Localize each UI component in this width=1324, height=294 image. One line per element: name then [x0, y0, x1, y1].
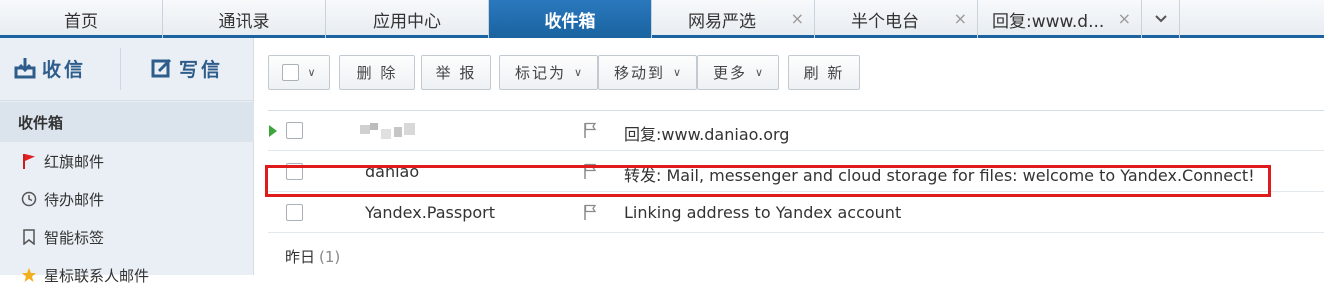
tab-label: 回复:www.d... [992, 11, 1105, 32]
tab-contacts[interactable]: 通讯录 [163, 0, 326, 38]
sidebar-item-label: 智能标签 [44, 228, 105, 247]
chevron-down-icon: ∨ [307, 66, 316, 79]
compose-icon [151, 58, 172, 78]
inbox-download-icon [14, 58, 36, 79]
more-button[interactable]: 更多 ∨ [697, 55, 779, 90]
refresh-label: 刷 新 [803, 64, 845, 82]
sidebar-item-flagged[interactable]: 红旗邮件 [0, 142, 254, 180]
chevron-down-icon: ∨ [672, 66, 682, 79]
red-flag-icon [20, 152, 38, 170]
select-all-checkbox[interactable] [282, 64, 300, 81]
sidebar-item-label: 红旗邮件 [44, 152, 105, 171]
mail-sender: Yandex.Passport [365, 203, 495, 222]
mail-row[interactable]: 回复:www.daniao.org [268, 111, 1324, 151]
unread-indicator-icon [269, 125, 277, 137]
mail-subject: 回复:www.daniao.org [624, 125, 790, 144]
folder-list: 收件箱 红旗邮件 待办邮件 智能标签 星标联系人邮件 [0, 102, 254, 294]
move-to-label: 移动到 [613, 64, 665, 82]
mail-checkbox[interactable] [286, 122, 303, 139]
tab-reply-mail[interactable]: 回复:www.d... × [978, 0, 1142, 38]
delete-label: 删 除 [356, 64, 398, 82]
close-icon[interactable]: × [954, 9, 967, 28]
sidebar-actions: 收信 写信 [0, 38, 254, 101]
tab-label: 半个电台 [851, 11, 919, 32]
move-to-button[interactable]: 移动到 ∨ [598, 55, 697, 90]
divider [120, 48, 121, 90]
delete-button[interactable]: 删 除 [339, 55, 415, 90]
tab-radio[interactable]: 半个电台 × [815, 0, 978, 38]
chevron-down-icon [1154, 15, 1167, 23]
highlight-annotation [265, 165, 1271, 197]
star-icon [20, 266, 38, 284]
mail-row[interactable]: Yandex.Passport Linking address to Yande… [268, 193, 1324, 233]
chevron-down-icon: ∨ [573, 66, 583, 79]
mail-checkbox[interactable] [286, 204, 303, 221]
more-label: 更多 [712, 64, 747, 82]
flag-icon[interactable] [583, 204, 597, 224]
tab-label: 应用中心 [373, 11, 441, 32]
mark-as-button[interactable]: 标记为 ∨ [499, 55, 598, 90]
flag-icon[interactable] [583, 122, 597, 142]
sidebar-item-todo[interactable]: 待办邮件 [0, 180, 254, 218]
close-icon[interactable]: × [1118, 9, 1131, 28]
date-group-header[interactable]: 昨日 (1) [285, 246, 340, 267]
sidebar-item-starred-contacts[interactable]: 星标联系人邮件 [0, 256, 254, 294]
sidebar-item-smart-tags[interactable]: 智能标签 [0, 218, 254, 256]
refresh-button[interactable]: 刷 新 [788, 55, 860, 90]
tab-label: 通讯录 [218, 11, 270, 32]
tab-overflow-button[interactable] [1142, 0, 1180, 38]
sender-redacted [360, 123, 420, 139]
tab-yanxuan[interactable]: 网易严选 × [652, 0, 815, 38]
report-button[interactable]: 举 报 [421, 55, 491, 90]
chevron-down-icon: ∨ [754, 66, 764, 79]
tab-app-center[interactable]: 应用中心 [326, 0, 489, 38]
mail-subject: Linking address to Yandex account [624, 203, 902, 222]
sidebar-item-inbox[interactable]: 收件箱 [0, 102, 254, 142]
tab-inbox[interactable]: 收件箱 [489, 0, 652, 38]
tab-label: 网易严选 [688, 11, 756, 32]
compose-button[interactable]: 写信 [151, 48, 223, 88]
top-tab-bar: 首页 通讯录 应用中心 收件箱 网易严选 × 半个电台 × 回复:www.d..… [0, 0, 1324, 38]
tab-home[interactable]: 首页 [0, 0, 163, 38]
bookmark-icon [20, 228, 38, 246]
tab-label: 收件箱 [544, 11, 596, 32]
sidebar-item-label: 星标联系人邮件 [44, 266, 150, 285]
receive-mail-button[interactable]: 收信 [14, 48, 86, 88]
sidebar-item-label: 待办邮件 [44, 190, 105, 209]
select-all-dropdown[interactable]: ∨ [268, 55, 330, 90]
sidebar-item-label: 收件箱 [18, 113, 64, 132]
compose-label: 写信 [179, 58, 224, 81]
tab-label: 首页 [64, 11, 98, 32]
clock-icon [20, 190, 38, 208]
date-group-label: 昨日 [285, 248, 316, 266]
report-label: 举 报 [435, 64, 477, 82]
sidebar: 收信 写信 收件箱 红旗邮件 待办邮件 智能标签 星标联系人邮件 [0, 38, 254, 285]
close-icon[interactable]: × [791, 9, 804, 28]
receive-mail-label: 收信 [42, 58, 87, 81]
date-group-count: (1) [319, 248, 341, 266]
mark-as-label: 标记为 [514, 64, 566, 82]
